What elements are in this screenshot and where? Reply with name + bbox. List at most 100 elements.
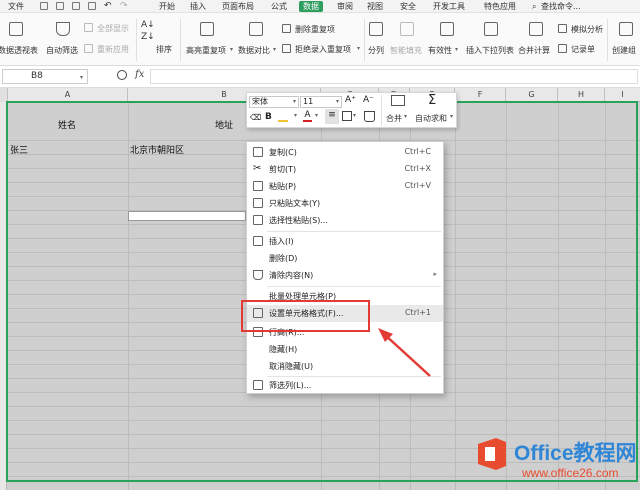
borders-icon[interactable] — [342, 111, 352, 121]
ribbon: 数据透视表 自动筛选 全部显示 重新应用 A↓ Z↓ 排序 高亮重复项 ▾ 数据… — [0, 13, 640, 66]
bold-button[interactable]: B — [265, 112, 272, 122]
tab-insert[interactable]: 插入 — [190, 1, 206, 12]
merge-dropdown-icon[interactable]: ▾ — [404, 113, 407, 120]
consolidate-button[interactable]: 合并计算 — [518, 13, 554, 66]
office-logo — [478, 438, 506, 470]
align-center-icon[interactable]: ≡ — [325, 109, 339, 124]
create-group-icon — [619, 22, 633, 36]
format-painter-icon[interactable]: ⌫ — [250, 113, 261, 122]
merge-button[interactable]: 合并 — [386, 113, 402, 124]
tab-review[interactable]: 审阅 — [337, 1, 353, 12]
record-form-icon — [558, 44, 567, 53]
tab-special-apps[interactable]: 特色应用 — [484, 1, 516, 12]
formula-bar: B8 ▾ fx — [0, 66, 640, 88]
pivot-table-button[interactable]: 数据透视表 — [0, 13, 40, 66]
highlight-duplicates-button[interactable]: 高亮重复项 ▾ — [184, 13, 233, 66]
paste-special-icon — [253, 215, 263, 225]
data-compare-button[interactable]: 数据对比 ▾ — [236, 13, 276, 66]
watermark-url: www.office26.com — [522, 466, 619, 480]
show-all-button[interactable]: 全部显示 — [97, 23, 129, 34]
sort-desc-icon[interactable]: Z↓ — [141, 32, 155, 42]
autosum-button[interactable]: 自动求和 — [415, 113, 447, 124]
tab-view[interactable]: 视图 — [367, 1, 383, 12]
undo-icon[interactable]: ↶ — [104, 1, 112, 12]
export-pdf-icon[interactable] — [56, 2, 64, 10]
fill-color-dropdown-icon[interactable]: ▾ — [294, 112, 297, 119]
column-header-f[interactable]: F — [455, 88, 506, 102]
redo-icon[interactable]: ↷ — [120, 1, 128, 12]
tab-developer[interactable]: 开发工具 — [433, 1, 465, 12]
menu-item-filter-column[interactable]: 筛选列(L)... — [247, 377, 443, 394]
fx-icon[interactable]: fx — [135, 69, 144, 80]
menu-item-paste[interactable]: 粘贴(P) Ctrl+V — [247, 178, 443, 195]
name-box[interactable]: B8 — [2, 69, 88, 84]
menu-item-hide[interactable]: 隐藏(H) — [247, 341, 443, 358]
tab-page-layout[interactable]: 页面布局 — [222, 1, 254, 12]
formula-input[interactable] — [150, 69, 638, 84]
menu-item-unhide[interactable]: 取消隐藏(U) — [247, 358, 443, 375]
menu-item-cut[interactable]: ✂ 剪切(T) Ctrl+X — [247, 161, 443, 178]
zoom-icon[interactable] — [117, 70, 127, 80]
column-header-g[interactable]: G — [506, 88, 558, 102]
search-icon[interactable]: ⌕ — [532, 1, 536, 12]
font-shrink-icon[interactable]: A⁻ — [363, 95, 374, 105]
reapply-button[interactable]: 重新应用 — [97, 44, 129, 55]
tab-start[interactable]: 开始 — [159, 1, 175, 12]
font-size-select[interactable]: 11 ▾ — [300, 96, 342, 108]
column-header-h[interactable]: H — [558, 88, 605, 102]
tab-security[interactable]: 安全 — [400, 1, 416, 12]
chevron-down-icon[interactable]: ▾ — [80, 74, 83, 81]
row-header[interactable] — [0, 102, 7, 490]
fill-color-icon[interactable] — [278, 112, 288, 122]
smart-fill-icon — [400, 22, 414, 36]
copy-icon — [253, 147, 263, 157]
cell-a2[interactable]: 张三 — [10, 143, 28, 156]
menu-item-clear[interactable]: 清除内容(N) ▸ — [247, 267, 443, 284]
simulate-analysis-button[interactable]: 模拟分析 — [571, 24, 603, 35]
cell-a1[interactable]: 姓名 — [58, 118, 76, 131]
merge-cells-icon[interactable] — [391, 95, 405, 106]
paste-text-icon — [253, 198, 263, 208]
clear-format-icon[interactable] — [364, 111, 375, 122]
sort-button[interactable]: 排序 — [156, 44, 172, 55]
record-form-button[interactable]: 记录单 — [571, 44, 595, 55]
tab-formula[interactable]: 公式 — [271, 1, 287, 12]
split-column-button[interactable]: 分列 — [366, 13, 388, 66]
column-header-a[interactable]: A — [8, 88, 128, 102]
menu-item-copy[interactable]: 复制(C) Ctrl+C — [247, 144, 443, 161]
autofilter-button[interactable]: 自动筛选 — [44, 13, 80, 66]
tab-data[interactable]: 数据 — [299, 1, 323, 12]
create-group-button[interactable]: 创建组 — [609, 13, 640, 66]
font-color-dropdown-icon[interactable]: ▾ — [315, 112, 318, 119]
consolidate-icon — [529, 22, 543, 36]
print-preview-icon[interactable] — [88, 2, 96, 10]
save-icon[interactable] — [40, 2, 48, 10]
font-name-select[interactable]: 宋体 ▾ — [249, 96, 299, 108]
menu-item-paste-special[interactable]: 选择性粘贴(S)... — [247, 212, 443, 229]
active-cell[interactable] — [128, 211, 246, 221]
menu-item-paste-text[interactable]: 只粘贴文本(Y) — [247, 195, 443, 212]
filter-icon — [56, 22, 70, 36]
menu-file[interactable]: 文件 — [8, 1, 24, 12]
font-grow-icon[interactable]: A⁺ — [345, 95, 356, 105]
command-search[interactable]: 查找命令... — [541, 1, 581, 12]
validity-button[interactable]: 有效性 ▾ — [428, 13, 466, 66]
select-all-corner[interactable] — [0, 88, 8, 102]
sort-asc-icon[interactable]: A↓ — [141, 20, 155, 30]
print-icon[interactable] — [72, 2, 80, 10]
borders-dropdown-icon[interactable]: ▾ — [353, 112, 356, 119]
column-header-i[interactable]: I — [605, 88, 640, 102]
sort-group: A↓ Z↓ 排序 — [140, 13, 176, 66]
autosum-dropdown-icon[interactable]: ▾ — [450, 113, 453, 120]
menu-item-insert[interactable]: 插入(I) — [247, 233, 443, 250]
submenu-arrow-icon: ▸ — [433, 270, 437, 278]
sum-icon[interactable]: Σ — [428, 93, 436, 108]
insert-dropdown-button[interactable]: 插入下拉列表 — [466, 13, 516, 66]
font-color-icon[interactable]: A — [303, 111, 312, 122]
cell-b1[interactable]: 地址 — [215, 118, 233, 131]
cell-b2[interactable]: 北京市朝阳区 — [130, 143, 184, 156]
remove-duplicates-button[interactable]: 删除重复项 — [295, 24, 335, 35]
menu-item-delete[interactable]: 删除(D) — [247, 250, 443, 267]
smart-fill-button[interactable]: 智能填充 — [390, 13, 424, 66]
reject-duplicates-button[interactable]: 拒绝录入重复项 — [295, 44, 351, 55]
